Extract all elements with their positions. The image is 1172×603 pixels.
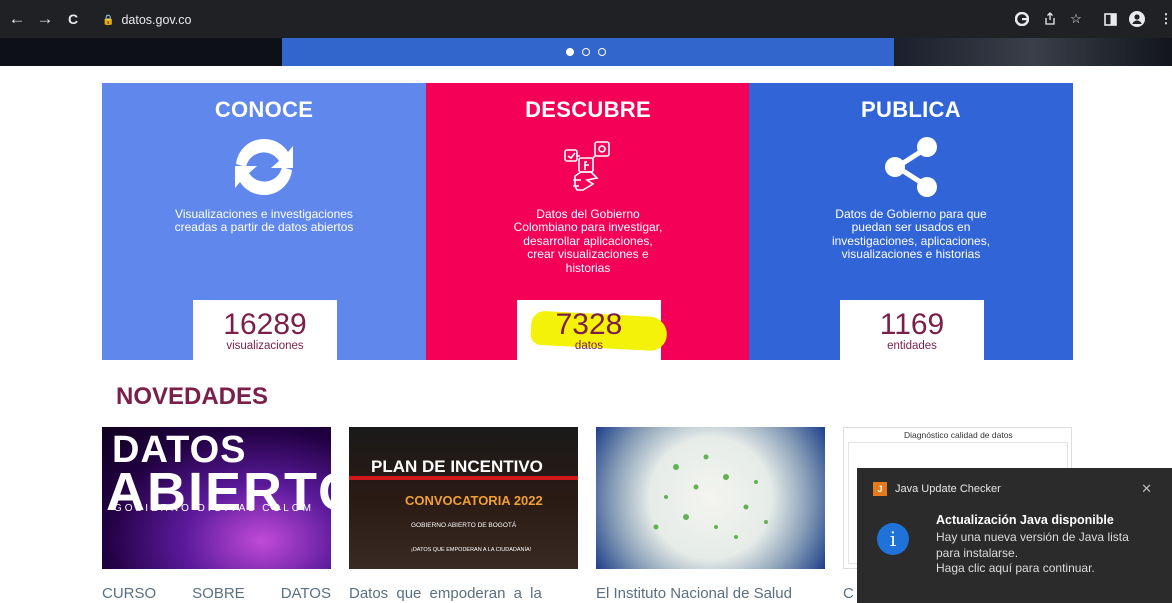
carousel-dots	[566, 48, 606, 56]
panel-descubre[interactable]: DESCUBRE Datos del Gobierno Colombiano p…	[426, 83, 750, 360]
panel-description: Datos del Gobierno Colombiano para inves…	[513, 207, 663, 275]
panel-publica[interactable]: PUBLICA Datos de Gobierno para que pueda…	[749, 83, 1073, 360]
browser-toolbar: ← → C 🔒 datos.gov.co ☆ ⋮	[0, 0, 1172, 38]
url-text: datos.gov.co	[121, 13, 192, 27]
notification-title: Actualización Java disponible	[936, 513, 1114, 527]
caption-word: SOBRE	[192, 585, 245, 602]
lock-icon: 🔒	[102, 14, 115, 26]
stat-box[interactable]: 1169 entidades	[840, 300, 984, 360]
back-icon[interactable]: ←	[6, 8, 28, 30]
news-card-image[interactable]: PLAN DE INCENTIVO CONVOCATORIA 2022 GOBI…	[349, 427, 578, 569]
news-card-image[interactable]	[596, 427, 825, 569]
panel-title: CONOCE	[214, 97, 314, 122]
section-title-novedades: NOVEDADES	[116, 383, 269, 410]
menu-kebab-icon[interactable]: ⋮	[1156, 9, 1172, 29]
reload-icon[interactable]: C	[62, 8, 84, 30]
hero-carousel	[0, 38, 1172, 66]
carousel-dot-1[interactable]	[566, 48, 574, 56]
social-data-hand-icon	[426, 126, 750, 208]
refresh-cycle-icon	[102, 126, 426, 208]
notification-header: J Java Update Checker	[873, 482, 1001, 496]
share-icon	[749, 126, 1073, 208]
info-icon: i	[877, 523, 909, 555]
card-image-text: GOBIERNO DIGITAL COLOM	[114, 503, 314, 514]
stat-unit: datos	[574, 340, 604, 352]
stat-unit: visualizaciones	[226, 340, 304, 352]
carousel-slide-next	[894, 38, 1172, 66]
petri-dish-illustration	[653, 454, 768, 539]
java-update-notification[interactable]: J Java Update Checker ✕ i Actualización …	[857, 468, 1172, 603]
news-card-image[interactable]: DATOS ABIERTO GOBIERNO DIGITAL COLOM	[102, 427, 331, 569]
card-image-text: PLAN DE INCENTIVO	[371, 457, 543, 476]
stat-value: 16289	[223, 308, 307, 341]
notification-app-name: Java Update Checker	[895, 483, 1001, 495]
panel-description: Visualizaciones e investigaciones creada…	[174, 207, 354, 235]
panel-title: PUBLICA	[861, 97, 961, 122]
notification-body: Hay una nueva versión de Java lista para…	[936, 530, 1136, 577]
bookmark-star-icon[interactable]: ☆	[1066, 9, 1086, 29]
google-icon[interactable]	[1012, 9, 1032, 29]
stat-unit: entidades	[887, 340, 937, 352]
news-caption[interactable]: Datos que empoderan a la	[349, 585, 578, 602]
carousel-dot-2[interactable]	[582, 48, 590, 56]
notification-cta[interactable]: Haga clic aquí para continuar.	[936, 561, 1095, 575]
panel-description: Datos de Gobierno para que puedan ser us…	[831, 207, 991, 262]
panel-title: DESCUBRE	[525, 97, 651, 122]
card-image-text: GOBIERNO ABIERTO DE BOGOTÁ	[411, 522, 517, 529]
forward-icon[interactable]: →	[34, 8, 56, 30]
address-bar[interactable]: 🔒 datos.gov.co	[94, 8, 998, 32]
close-icon[interactable]: ✕	[1141, 481, 1152, 497]
share-page-icon[interactable]	[1040, 9, 1060, 29]
side-panel-icon[interactable]	[1100, 9, 1120, 29]
panel-conoce[interactable]: CONOCE Visualizaciones e investigaciones…	[102, 83, 426, 360]
stat-value: 7328	[555, 308, 623, 341]
carousel-dot-3[interactable]	[598, 48, 606, 56]
card-image-text: CONVOCATORIA 2022	[405, 493, 543, 508]
news-caption[interactable]: El Instituto Nacional de Salud	[596, 585, 825, 602]
card-image-text: Diagnóstico calidad de datos	[904, 430, 1013, 440]
card-image-text: ¡DATOS QUE EMPODERAN A LA CIUDADANÍA!	[411, 547, 532, 553]
profile-icon[interactable]	[1127, 9, 1147, 29]
stat-box[interactable]: 16289 visualizaciones	[193, 300, 337, 360]
stat-value: 1169	[879, 308, 945, 341]
notification-message: Hay una nueva versión de Java lista para…	[936, 530, 1129, 560]
java-icon: J	[873, 482, 887, 496]
caption-word: CURSO	[102, 585, 157, 602]
caption-word: DATOS	[280, 585, 331, 602]
stat-box[interactable]: 7328 datos	[517, 300, 668, 360]
red-divider	[349, 476, 578, 480]
news-caption[interactable]: CURSO SOBRE DATOS	[102, 585, 331, 602]
